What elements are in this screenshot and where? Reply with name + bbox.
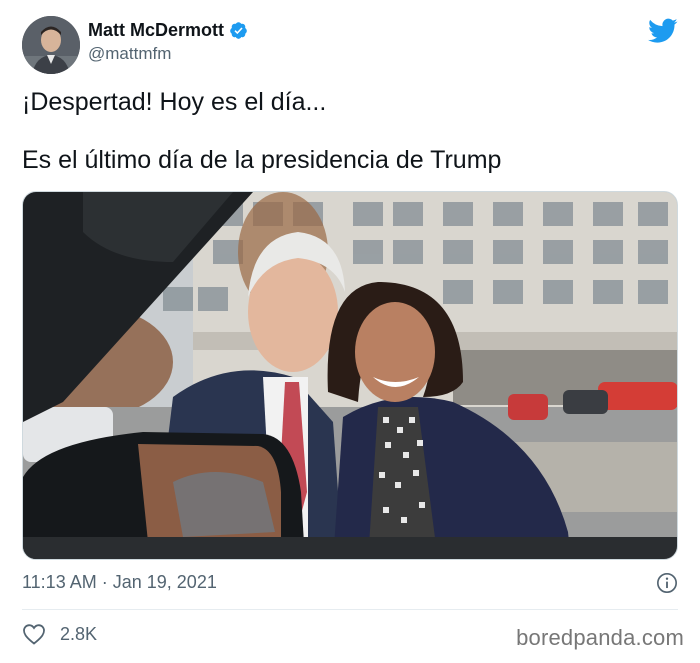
name-row: Matt McDermott <box>88 20 248 41</box>
watermark: boredpanda.com <box>516 625 684 650</box>
author-block: Matt McDermott @mattmfm <box>88 20 248 64</box>
photo-image <box>23 192 677 559</box>
divider <box>22 609 678 610</box>
avatar-image <box>22 16 80 74</box>
like-button[interactable]: 2.8K <box>22 623 97 645</box>
meta-separator: · <box>101 572 108 592</box>
heart-icon <box>23 624 45 645</box>
tweet-text-line-1: ¡Despertad! Hoy es el día... <box>22 88 327 116</box>
tweet-timestamp[interactable]: 11:13 AM · Jan 19, 2021 <box>22 572 217 593</box>
verified-badge-icon <box>230 22 247 39</box>
tweet-text-line-2: Es el último día de la presidencia de Tr… <box>22 146 502 174</box>
info-icon[interactable] <box>656 572 678 594</box>
twitter-bird-icon[interactable] <box>648 18 678 44</box>
user-handle[interactable]: @mattmfm <box>88 44 248 64</box>
like-count: 2.8K <box>60 623 98 644</box>
tweet-date: Jan 19, 2021 <box>112 572 217 592</box>
avatar[interactable] <box>22 16 80 74</box>
display-name[interactable]: Matt McDermott <box>88 20 224 41</box>
tweet-time: 11:13 AM <box>22 572 97 592</box>
tweet-photo[interactable] <box>22 191 678 560</box>
